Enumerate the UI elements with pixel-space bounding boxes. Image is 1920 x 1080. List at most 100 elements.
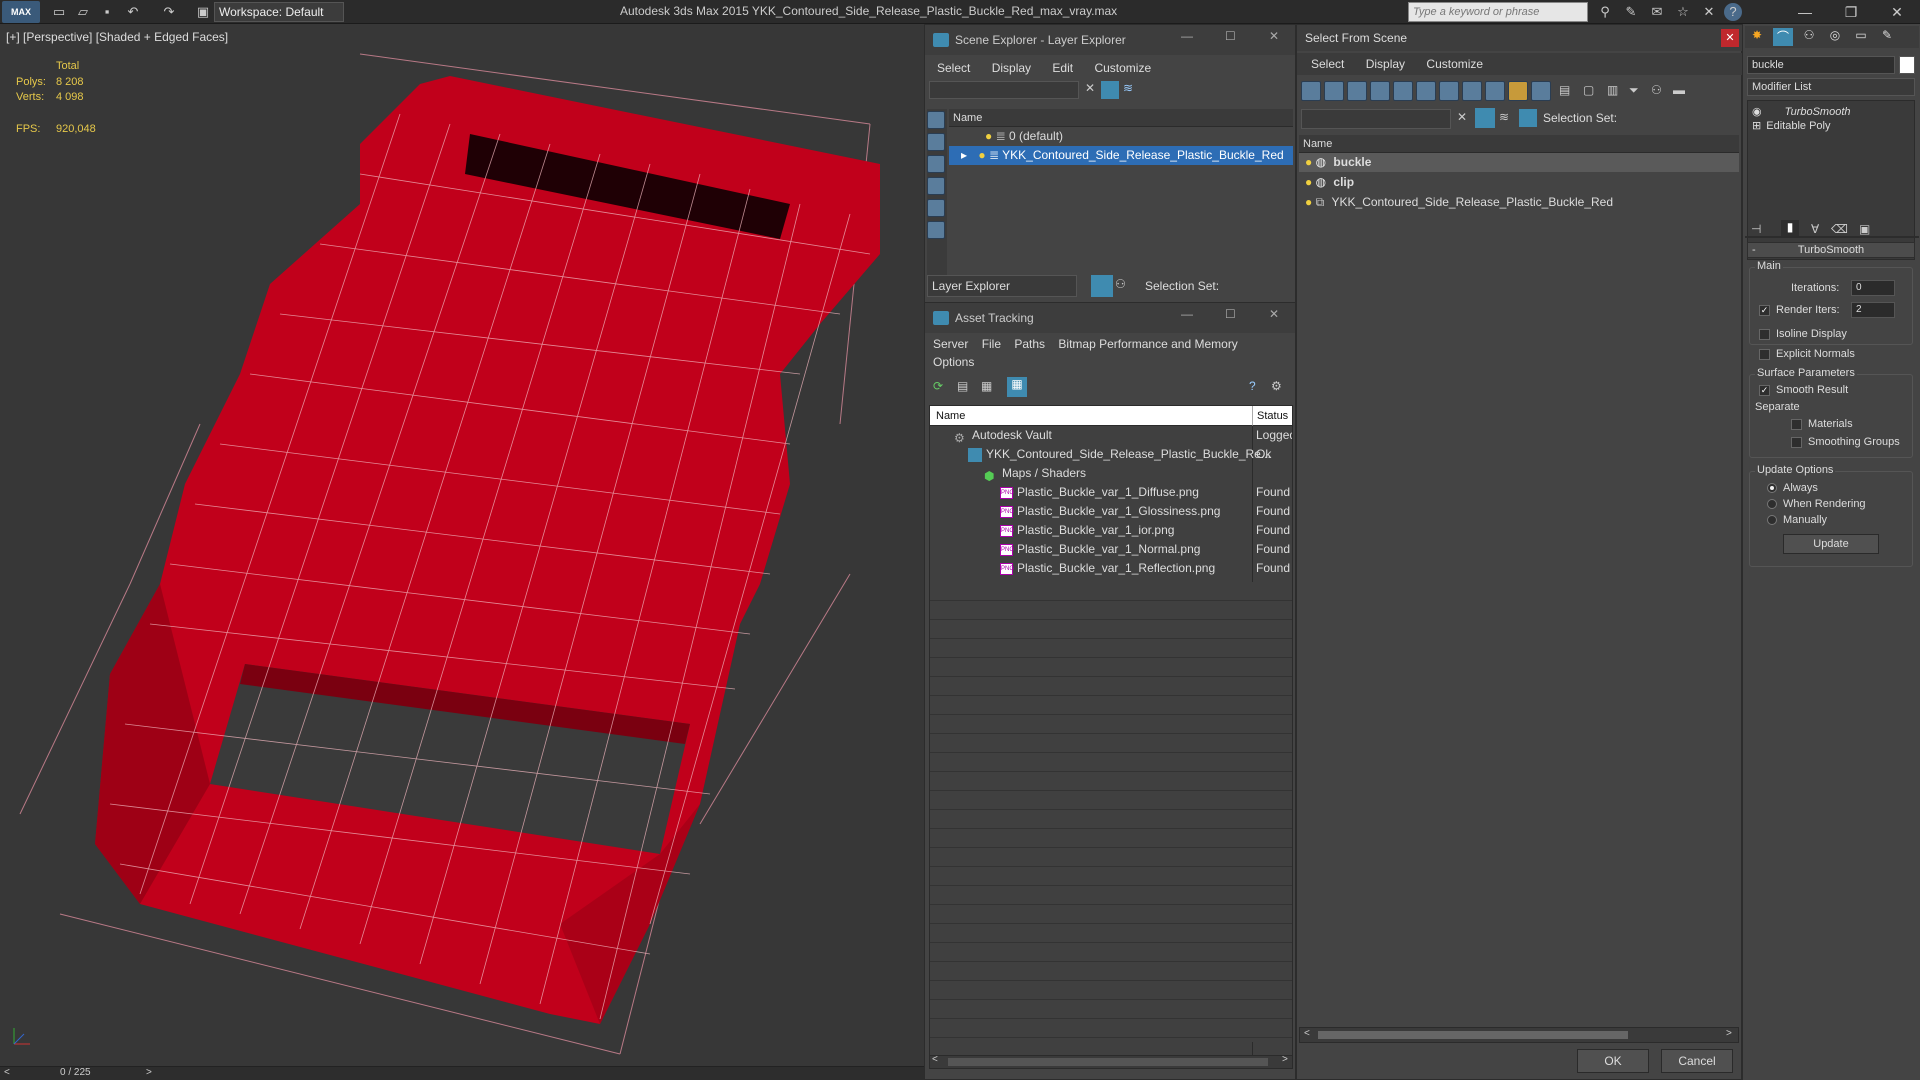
modifier-list-dropdown[interactable]: Modifier List bbox=[1747, 78, 1915, 96]
at-row-diffuse[interactable]: PNG Plastic_Buckle_var_1_Diffuse.png Found bbox=[930, 483, 1292, 502]
explicit-normals-checkbox[interactable] bbox=[1759, 348, 1770, 360]
project-folder-icon[interactable]: ▣ bbox=[194, 3, 212, 21]
se-display-cameras-icon[interactable] bbox=[927, 199, 945, 217]
materials-checkbox[interactable] bbox=[1791, 418, 1802, 430]
smoothing-groups-row[interactable]: Smoothing Groups bbox=[1791, 436, 1900, 448]
at-row-glossiness[interactable]: PNG Plastic_Buckle_var_1_Glossiness.png Fo… bbox=[930, 502, 1292, 521]
sfs-close-icon[interactable]: ✕ bbox=[1721, 29, 1739, 47]
time-prev-icon[interactable]: < bbox=[4, 1067, 10, 1078]
sfs-filter-lights-icon[interactable] bbox=[1347, 81, 1367, 101]
sfs-filter-shapes-icon[interactable] bbox=[1324, 81, 1344, 101]
sfs-hierarchy-icon[interactable]: ⚇ bbox=[1651, 83, 1662, 97]
smooth-result-checkbox[interactable]: ✓ bbox=[1759, 384, 1770, 396]
binoculars-icon[interactable]: ⚲ bbox=[1596, 3, 1614, 21]
sfs-filter-xrefs-icon[interactable] bbox=[1462, 81, 1482, 101]
sfs-find-case-icon[interactable] bbox=[1475, 108, 1495, 128]
at-refresh-icon[interactable]: ⟳ bbox=[933, 379, 943, 393]
pin-stack-icon[interactable]: ⊣ bbox=[1751, 222, 1761, 236]
sfs-menu-select[interactable]: Select bbox=[1311, 57, 1344, 71]
sfs-collapse-icon[interactable]: ▬ bbox=[1673, 83, 1685, 97]
at-row-reflection[interactable]: PNG Plastic_Buckle_var_1_Reflection.png Fo… bbox=[930, 559, 1292, 578]
app-logo[interactable]: MAX bbox=[2, 1, 40, 23]
at-help-icon[interactable]: ? bbox=[1249, 379, 1256, 393]
update-button[interactable]: Update bbox=[1783, 534, 1879, 554]
lightbulb-icon[interactable]: ● bbox=[1305, 195, 1312, 209]
at-row-maxfile[interactable]: YKK_Contoured_Side_Release_Plastic_Buckl… bbox=[930, 445, 1292, 464]
modifier-bulb-icon[interactable]: ◉ bbox=[1752, 106, 1762, 118]
display-tab-icon[interactable]: ▭ bbox=[1851, 28, 1871, 46]
scene-explorer-minimize-icon[interactable]: — bbox=[1181, 29, 1193, 43]
at-col-name[interactable]: Name bbox=[930, 406, 1252, 426]
turbosmooth-rollout-header[interactable]: - TurboSmooth bbox=[1747, 242, 1915, 258]
ok-button[interactable]: OK bbox=[1577, 1049, 1649, 1073]
sfs-clear-search-icon[interactable]: ✕ bbox=[1457, 110, 1467, 124]
sfs-invert-icon[interactable]: ▥ bbox=[1607, 83, 1618, 97]
minimize-icon[interactable]: — bbox=[1782, 0, 1828, 24]
tools-icon[interactable]: ✎ bbox=[1622, 3, 1640, 21]
isoline-checkbox[interactable] bbox=[1759, 328, 1770, 340]
redo-icon[interactable]: ↷ bbox=[160, 3, 178, 21]
always-radio[interactable] bbox=[1767, 483, 1777, 494]
at-menu-bitmap[interactable]: Bitmap Performance and Memory bbox=[1058, 337, 1237, 351]
manually-radio[interactable] bbox=[1767, 515, 1777, 526]
at-table-icon[interactable]: ▦ bbox=[1007, 377, 1027, 397]
hierarchy-tab-icon[interactable]: ⚇ bbox=[1799, 28, 1819, 46]
isoline-row[interactable]: Isoline Display bbox=[1759, 328, 1847, 340]
se-display-lights-icon[interactable] bbox=[927, 177, 945, 195]
stack-item-editable-poly[interactable]: ⊞ Editable Poly bbox=[1752, 119, 1831, 132]
stack-item-turbosmooth[interactable]: ◉ TurboSmooth bbox=[1752, 105, 1851, 118]
restore-icon[interactable]: ❐ bbox=[1828, 0, 1874, 24]
sfs-col-name[interactable]: Name bbox=[1299, 135, 1739, 153]
sfs-row-buckle[interactable]: ● ◍ buckle bbox=[1299, 153, 1739, 172]
sfs-display-all-icon[interactable]: ▤ bbox=[1559, 83, 1570, 97]
at-settings-icon[interactable]: ⚙ bbox=[1271, 379, 1282, 393]
at-row-ior[interactable]: PNG Plastic_Buckle_var_1_ior.png Found bbox=[930, 521, 1292, 540]
scroll-right-icon[interactable]: > bbox=[1726, 1028, 1732, 1039]
se-clear-icon[interactable]: ✕ bbox=[1085, 81, 1095, 95]
at-maximize-icon[interactable]: ☐ bbox=[1225, 307, 1236, 321]
open-file-icon[interactable]: ▱ bbox=[74, 3, 92, 21]
scroll-thumb[interactable] bbox=[1318, 1031, 1628, 1039]
sfs-row-group[interactable]: ● ⧉ YKK_Contoured_Side_Release_Plastic_B… bbox=[1299, 193, 1739, 212]
undo-icon[interactable]: ↶ bbox=[124, 3, 142, 21]
se-filter-icon[interactable] bbox=[1101, 81, 1119, 99]
at-row-vault[interactable]: ⚙ Autodesk Vault Logged bbox=[930, 426, 1292, 445]
se-layer-row-buckle[interactable]: ▸ ● ≣ YKK_Contoured_Side_Release_Plastic… bbox=[949, 146, 1293, 165]
object-name-input[interactable]: buckle bbox=[1747, 56, 1895, 74]
at-close-icon[interactable]: ✕ bbox=[1269, 307, 1279, 321]
object-color-swatch[interactable] bbox=[1899, 56, 1915, 74]
at-menu-options[interactable]: Options bbox=[933, 355, 974, 369]
scene-explorer-maximize-icon[interactable]: ☐ bbox=[1225, 29, 1236, 43]
at-menu-file[interactable]: File bbox=[982, 337, 1001, 351]
when-rendering-radio[interactable] bbox=[1767, 499, 1777, 510]
sfs-menu-display[interactable]: Display bbox=[1366, 57, 1405, 71]
cancel-button[interactable]: Cancel bbox=[1661, 1049, 1733, 1073]
sfs-filter-cameras-icon[interactable] bbox=[1370, 81, 1390, 101]
make-unique-icon[interactable]: ∀ bbox=[1811, 222, 1819, 236]
favorites-icon[interactable]: ☆ bbox=[1674, 3, 1692, 21]
sfs-filter-containers-icon[interactable] bbox=[1508, 81, 1528, 101]
iterations-spinner[interactable]: 0 bbox=[1851, 280, 1895, 296]
sfs-row-clip[interactable]: ● ◍ clip bbox=[1299, 173, 1739, 192]
sfs-filter-spacewarps-icon[interactable] bbox=[1416, 81, 1436, 101]
scroll-thumb[interactable] bbox=[948, 1058, 1268, 1066]
se-display-shapes-icon[interactable] bbox=[927, 155, 945, 173]
materials-row[interactable]: Materials bbox=[1791, 418, 1853, 430]
manually-row[interactable]: Manually bbox=[1767, 514, 1827, 526]
se-menu-customize[interactable]: Customize bbox=[1094, 61, 1151, 75]
close-icon[interactable]: ✕ bbox=[1874, 0, 1920, 24]
sfs-layers-icon[interactable]: ≋ bbox=[1499, 110, 1509, 124]
workspace-dropdown[interactable]: Workspace: Default bbox=[214, 2, 344, 22]
smoothing-groups-checkbox[interactable] bbox=[1791, 436, 1802, 448]
sfs-filter-bones-icon[interactable] bbox=[1485, 81, 1505, 101]
motion-tab-icon[interactable]: ◎ bbox=[1825, 28, 1845, 46]
scroll-left-icon[interactable]: < bbox=[1304, 1028, 1310, 1039]
configure-sets-icon[interactable]: ▣ bbox=[1859, 222, 1870, 236]
expand-plus-icon[interactable]: ⊞ bbox=[1752, 120, 1761, 132]
at-minimize-icon[interactable]: — bbox=[1181, 307, 1193, 321]
se-layer-row-default[interactable]: ● ≣ 0 (default) bbox=[949, 127, 1293, 146]
time-next-icon[interactable]: > bbox=[146, 1067, 152, 1078]
sfs-filter-frozen-icon[interactable] bbox=[1531, 81, 1551, 101]
modify-tab-icon[interactable]: ⌒ bbox=[1773, 28, 1793, 46]
sfs-filter-funnel-icon[interactable]: ⏷ bbox=[1629, 83, 1639, 98]
